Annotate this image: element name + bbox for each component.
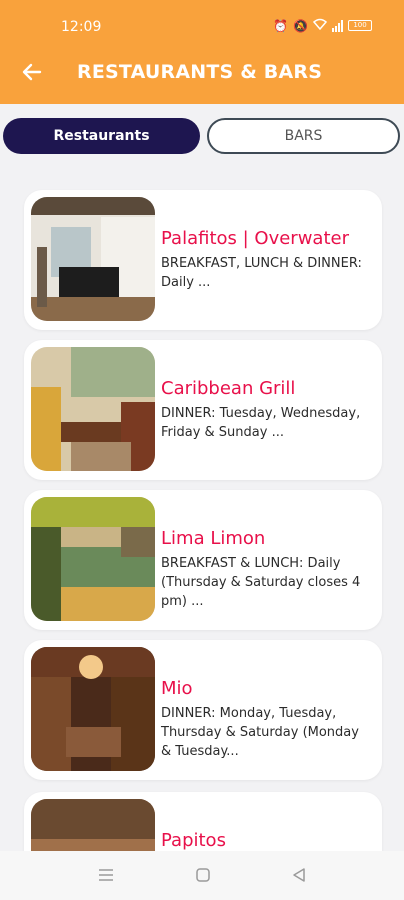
restaurant-name: Lima Limon [161, 528, 266, 549]
alarm-icon: ⏰ [273, 18, 289, 33]
status-time: 12:09 [61, 19, 102, 35]
restaurant-name: Palafitos | Overwater [161, 228, 349, 249]
status-icons: ⏰ 🔕 100 [273, 18, 372, 33]
arrow-left-icon[interactable] [20, 60, 44, 84]
wifi-icon [312, 18, 328, 33]
restaurant-card[interactable]: Lima Limon BREAKFAST & LUNCH: Daily (Thu… [24, 490, 382, 630]
restaurant-hours: DINNER: Monday, Tuesday, Thursday & Satu… [161, 706, 359, 759]
restaurant-image [31, 197, 155, 321]
home-square-icon[interactable] [195, 867, 211, 887]
system-nav-bar [0, 851, 404, 900]
app-header: 12:09 ⏰ 🔕 100 RESTAURANTS & BARS [0, 0, 404, 104]
restaurant-card[interactable]: Mio DINNER: Monday, Tuesday, Thursday & … [24, 640, 382, 780]
restaurant-image [31, 497, 155, 621]
page-title: RESTAURANTS & BARS [77, 61, 323, 83]
restaurant-name: Caribbean Grill [161, 378, 296, 399]
restaurant-name: Mio [161, 678, 193, 699]
back-triangle-icon[interactable] [291, 867, 307, 887]
mute-icon: 🔕 [293, 18, 308, 33]
battery-icon: 100 [348, 20, 372, 31]
restaurant-image [31, 647, 155, 771]
restaurant-hours: BREAKFAST, LUNCH & DINNER: Daily ... [161, 256, 362, 290]
restaurant-image [31, 347, 155, 471]
restaurant-hours: DINNER: Tuesday, Wednesday, Friday & Sun… [161, 406, 361, 440]
restaurant-name: Papitos [161, 830, 226, 851]
restaurant-card[interactable]: Palafitos | Overwater BREAKFAST, LUNCH &… [24, 190, 382, 330]
tab-bars[interactable]: BARS [207, 118, 400, 154]
tab-restaurants[interactable]: Restaurants [3, 118, 200, 154]
restaurant-hours: BREAKFAST & LUNCH: Daily (Thursday & Sat… [161, 556, 361, 609]
restaurant-card[interactable]: Caribbean Grill DINNER: Tuesday, Wednesd… [24, 340, 382, 480]
menu-icon[interactable] [98, 867, 114, 887]
signal-icon [332, 19, 343, 32]
